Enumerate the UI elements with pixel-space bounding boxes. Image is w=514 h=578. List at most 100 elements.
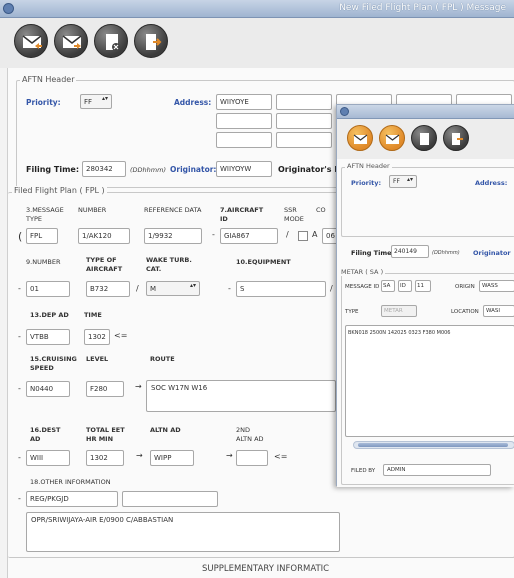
metar-send-button[interactable] [347, 125, 373, 151]
main-toolbar [0, 18, 514, 68]
metar-priority-select[interactable]: FF [389, 175, 417, 188]
other-dash-symbol: - [18, 494, 21, 503]
other-info-input-2[interactable] [122, 491, 218, 507]
metar-horizontal-scrollbar[interactable] [353, 441, 514, 449]
altn2-arrow-back-symbol: <= [274, 452, 288, 461]
time-header: TIME [84, 311, 102, 319]
reference-data-input[interactable]: 1/9932 [144, 228, 202, 244]
delete-button[interactable] [94, 24, 128, 58]
originator-label: Originator: [170, 165, 217, 174]
type-of-aircraft-input[interactable]: B732 [86, 281, 130, 297]
dep-dash-symbol: - [18, 332, 21, 341]
equipment-slash-symbol: / [330, 284, 333, 293]
filing-time-hint: (DDhhmm) [130, 166, 166, 174]
number-input[interactable]: 1/AK120 [78, 228, 130, 244]
metar-originator-label: Originator [473, 249, 511, 257]
priority-label: Priority: [26, 98, 61, 107]
altn-arrow-symbol: → [136, 451, 143, 460]
filed-by-input[interactable]: ADMIN [383, 464, 491, 476]
message-type-input[interactable]: FPL [26, 228, 58, 244]
flt-number-header: 9.NUMBER [26, 258, 61, 266]
filed-by-label: FILED BY [351, 468, 376, 474]
equipment-dash-symbol: - [228, 284, 231, 293]
metar-app-icon [340, 107, 349, 116]
address-label: Address: [174, 98, 212, 107]
metar-window[interactable]: AFTN Header Priority: FF Address: Filing… [336, 104, 514, 487]
ssr-slash-symbol: / [286, 230, 289, 239]
ssr-mode-checkbox[interactable] [298, 231, 308, 241]
message-id-input-3[interactable]: 11 [415, 280, 431, 292]
filing-time-label: Filing Time: [26, 165, 80, 174]
fpl-legend: Filed Flight Plan ( FPL ) [12, 186, 107, 195]
address-field-6[interactable] [216, 113, 272, 129]
route-textarea[interactable]: SOC W17N W16 [146, 380, 336, 412]
route-arrow-symbol: → [135, 382, 142, 391]
metar-toolbar [337, 119, 514, 159]
ssr-mode-header: SSR MODE [284, 206, 304, 223]
equipment-input[interactable]: S [236, 281, 326, 297]
remarks-textarea[interactable]: OPR/SRIWIJAYA-AIR E/0900 C/ABBASTIAN [26, 512, 340, 552]
metar-filing-time-input[interactable]: 240149 [391, 245, 429, 258]
receive-button[interactable] [54, 24, 88, 58]
ssr-mode-value: A [312, 230, 318, 239]
document-delete-icon [420, 133, 429, 145]
number-header: NUMBER [78, 206, 107, 214]
dep-ad-input[interactable]: VTBB [26, 329, 70, 345]
wake-turb-select[interactable]: M [146, 281, 200, 296]
metar-delete-button[interactable] [411, 125, 437, 151]
aircraft-slash-symbol: / [136, 284, 139, 293]
supplementary-info-label: SUPPLEMENTARY INFORMATIC [202, 564, 330, 574]
address-field-8[interactable] [216, 132, 272, 148]
priority-select[interactable]: FF [80, 94, 112, 109]
total-eet-input[interactable]: 1302 [86, 450, 124, 466]
flt-number-input[interactable]: 01 [26, 281, 70, 297]
metar-exit-button[interactable] [443, 125, 469, 151]
message-id-label: MESSAGE ID [345, 284, 380, 290]
address-field-7[interactable] [276, 113, 332, 129]
origin-label: ORIGIN [455, 284, 475, 290]
message-type-header: 3.MESSAGE TYPE [26, 206, 64, 223]
dest-ad-input[interactable]: WIII [26, 450, 70, 466]
route-header: ROUTE [150, 355, 175, 363]
cruising-speed-input[interactable]: N0440 [26, 381, 70, 397]
metar-body: AFTN Header Priority: FF Address: Filing… [337, 159, 514, 487]
address-field-9[interactable] [276, 132, 332, 148]
metar-window-titlebar[interactable] [337, 105, 514, 119]
message-id-input-2[interactable]: ID [398, 280, 412, 292]
origin-input[interactable]: WASS [479, 280, 514, 292]
aircraft-dash-symbol: - [212, 230, 215, 239]
message-id-input-1[interactable]: SA [381, 280, 395, 292]
speed-dash-symbol: - [18, 384, 21, 393]
time-input[interactable]: 1302 [84, 329, 110, 345]
dest-dash-symbol: - [18, 453, 21, 462]
level-header: LEVEL [86, 355, 109, 363]
window-titlebar: New Filed Flight Plan ( FPL ) Message [0, 0, 514, 18]
level-input[interactable]: F280 [86, 381, 124, 397]
metar-report-textarea[interactable]: BKN018 2500N 142025 0323 F380 M006 [345, 325, 514, 437]
metar-aftn-group [341, 167, 514, 237]
envelope-send-icon [353, 134, 368, 144]
other-info-input[interactable]: REG/PKGJD [26, 491, 118, 507]
type-input[interactable]: METAR [381, 305, 417, 317]
type-label: TYPE [345, 309, 359, 315]
metar-filing-time-label: Filing Time: [351, 249, 395, 257]
originator-input[interactable]: WIIYOYW [216, 161, 272, 177]
document-delete-icon [106, 34, 120, 51]
address-field-2[interactable] [276, 94, 332, 110]
altn-ad2-input[interactable] [236, 450, 268, 466]
filing-time-input[interactable]: 280342 [82, 161, 126, 177]
send-button[interactable] [14, 24, 48, 58]
metar-priority-label: Priority: [351, 179, 382, 187]
altn-ad-header: ALTN AD [150, 426, 181, 434]
address-field-1[interactable]: WIIYOYE [216, 94, 272, 110]
aircraft-id-input[interactable]: GIA867 [220, 228, 278, 244]
metar-receive-button[interactable] [379, 125, 405, 151]
altn-ad-input[interactable]: WIPP [150, 450, 194, 466]
location-input[interactable]: WASI [483, 305, 514, 317]
location-label: LOCATION [451, 309, 479, 315]
exit-door-icon [452, 133, 463, 145]
time-arrow-back-symbol: <= [114, 331, 128, 340]
metar-scrollbar-thumb[interactable] [358, 443, 508, 447]
exit-button[interactable] [134, 24, 168, 58]
flt-dash-symbol: - [18, 284, 21, 293]
